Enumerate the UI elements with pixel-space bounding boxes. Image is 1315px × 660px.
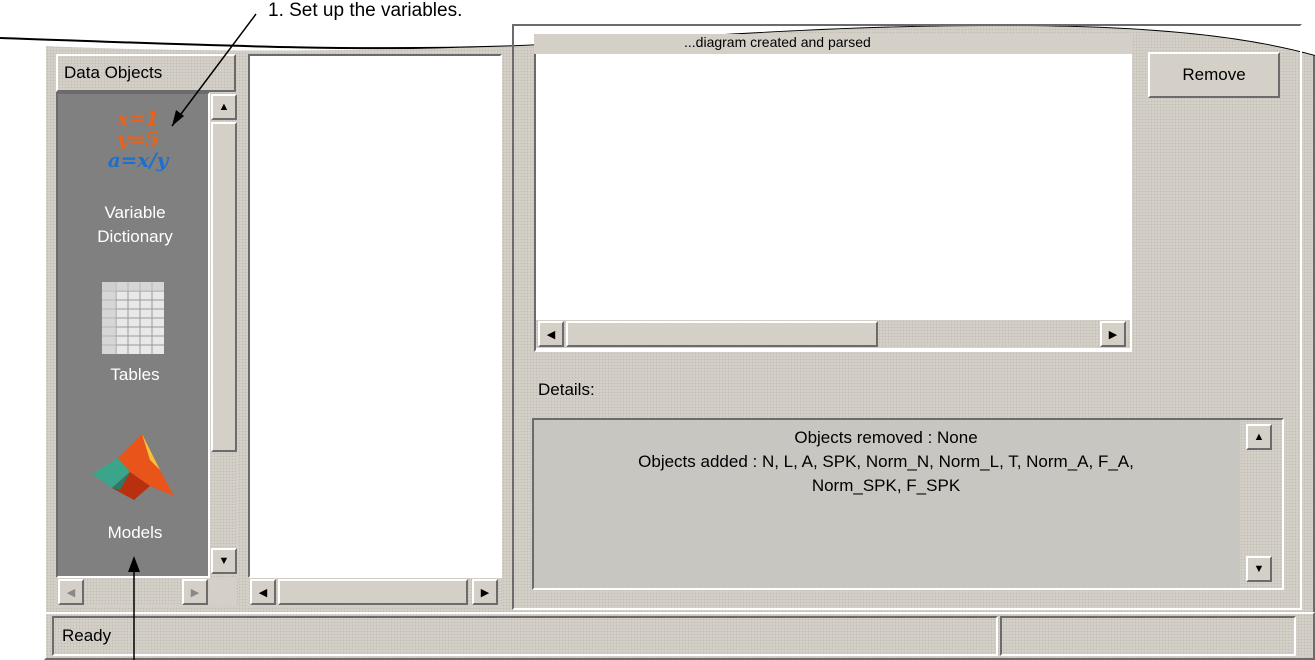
arrowhead-icon [128,556,140,572]
callout-arrow-top [171,13,257,127]
application-window: Data Objects x=1 y=5 a=x/y Variable Dict… [0,0,1315,660]
callout-arrows [128,13,257,660]
